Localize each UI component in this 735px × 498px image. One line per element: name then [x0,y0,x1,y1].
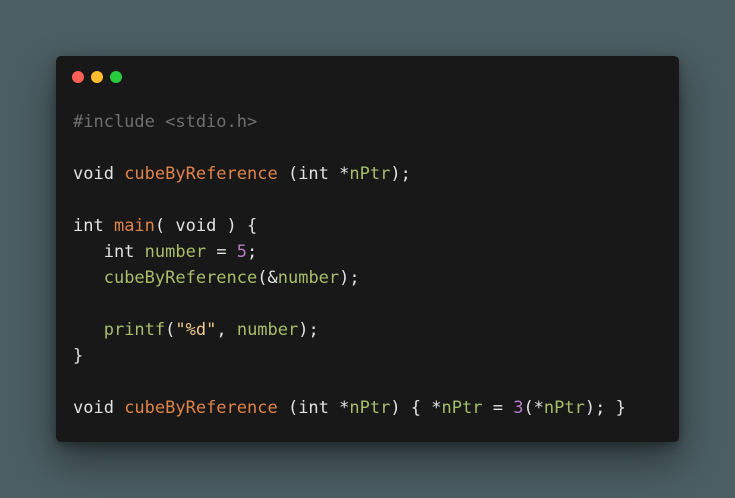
code-token-plain: int [73,216,114,236]
code-token-plain: int [73,242,145,262]
close-button[interactable] [72,71,84,83]
code-token-ident: number [144,242,207,262]
code-line: #include <stdio.h> [73,109,626,135]
code-line: void cubeByReference (int *nPtr) { *nPtr… [73,395,626,421]
code-token-plain: ( [165,320,176,340]
code-window: #include <stdio.h> void cubeByReference (… [56,56,679,442]
code-block: #include <stdio.h> void cubeByReference (… [73,109,626,421]
minimize-button[interactable] [91,71,103,83]
code-token-plain: } [73,346,84,366]
code-token-plain: void [73,164,125,184]
code-token-ident: nPtr [543,398,585,418]
code-token-fn: cubeByReference [124,398,278,418]
code-token-plain: (int * [277,398,350,418]
code-line: printf("%d", number); [73,317,626,343]
code-token-string: "%d" [175,320,217,340]
code-token-ident: nPtr [441,398,483,418]
code-line: int number = 5; [73,239,626,265]
code-line: void cubeByReference (int *nPtr); [73,161,626,187]
code-token-plain: ); } [584,398,626,418]
code-token-fn: cubeByReference [124,164,278,184]
code-token-ident: printf [103,320,166,340]
code-token-plain: = [482,398,514,418]
code-token-ident: number [236,320,299,340]
code-token-plain: , [216,320,237,340]
code-token-number: 5 [236,242,248,262]
code-token-comment: #include <stdio.h> [73,112,258,132]
code-token-ident: cubeByReference [103,268,258,288]
code-token-plain: void [73,398,125,418]
code-line: } [73,343,626,369]
code-token-number: 3 [513,398,524,418]
code-token-ident: nPtr [349,398,391,418]
code-token-ident: number [277,268,340,288]
code-token-ident: nPtr [349,164,391,184]
code-token-plain: ( void ) { [154,216,258,236]
code-token-plain: ); [390,164,411,184]
code-token-plain: ); [339,268,360,288]
window-controls [72,71,122,83]
code-token-plain: ) { * [390,398,442,418]
code-token-plain: (& [257,268,278,288]
code-token-plain: ; [247,242,258,262]
code-line: int main( void ) { [73,213,626,239]
code-token-plain: (int * [277,164,350,184]
code-token-fn: main [113,216,155,236]
code-line: cubeByReference(&number); [73,265,626,291]
code-token-plain: (* [523,398,544,418]
maximize-button[interactable] [110,71,122,83]
code-token-plain: ); [298,320,319,340]
code-token-plain: = [206,242,237,262]
